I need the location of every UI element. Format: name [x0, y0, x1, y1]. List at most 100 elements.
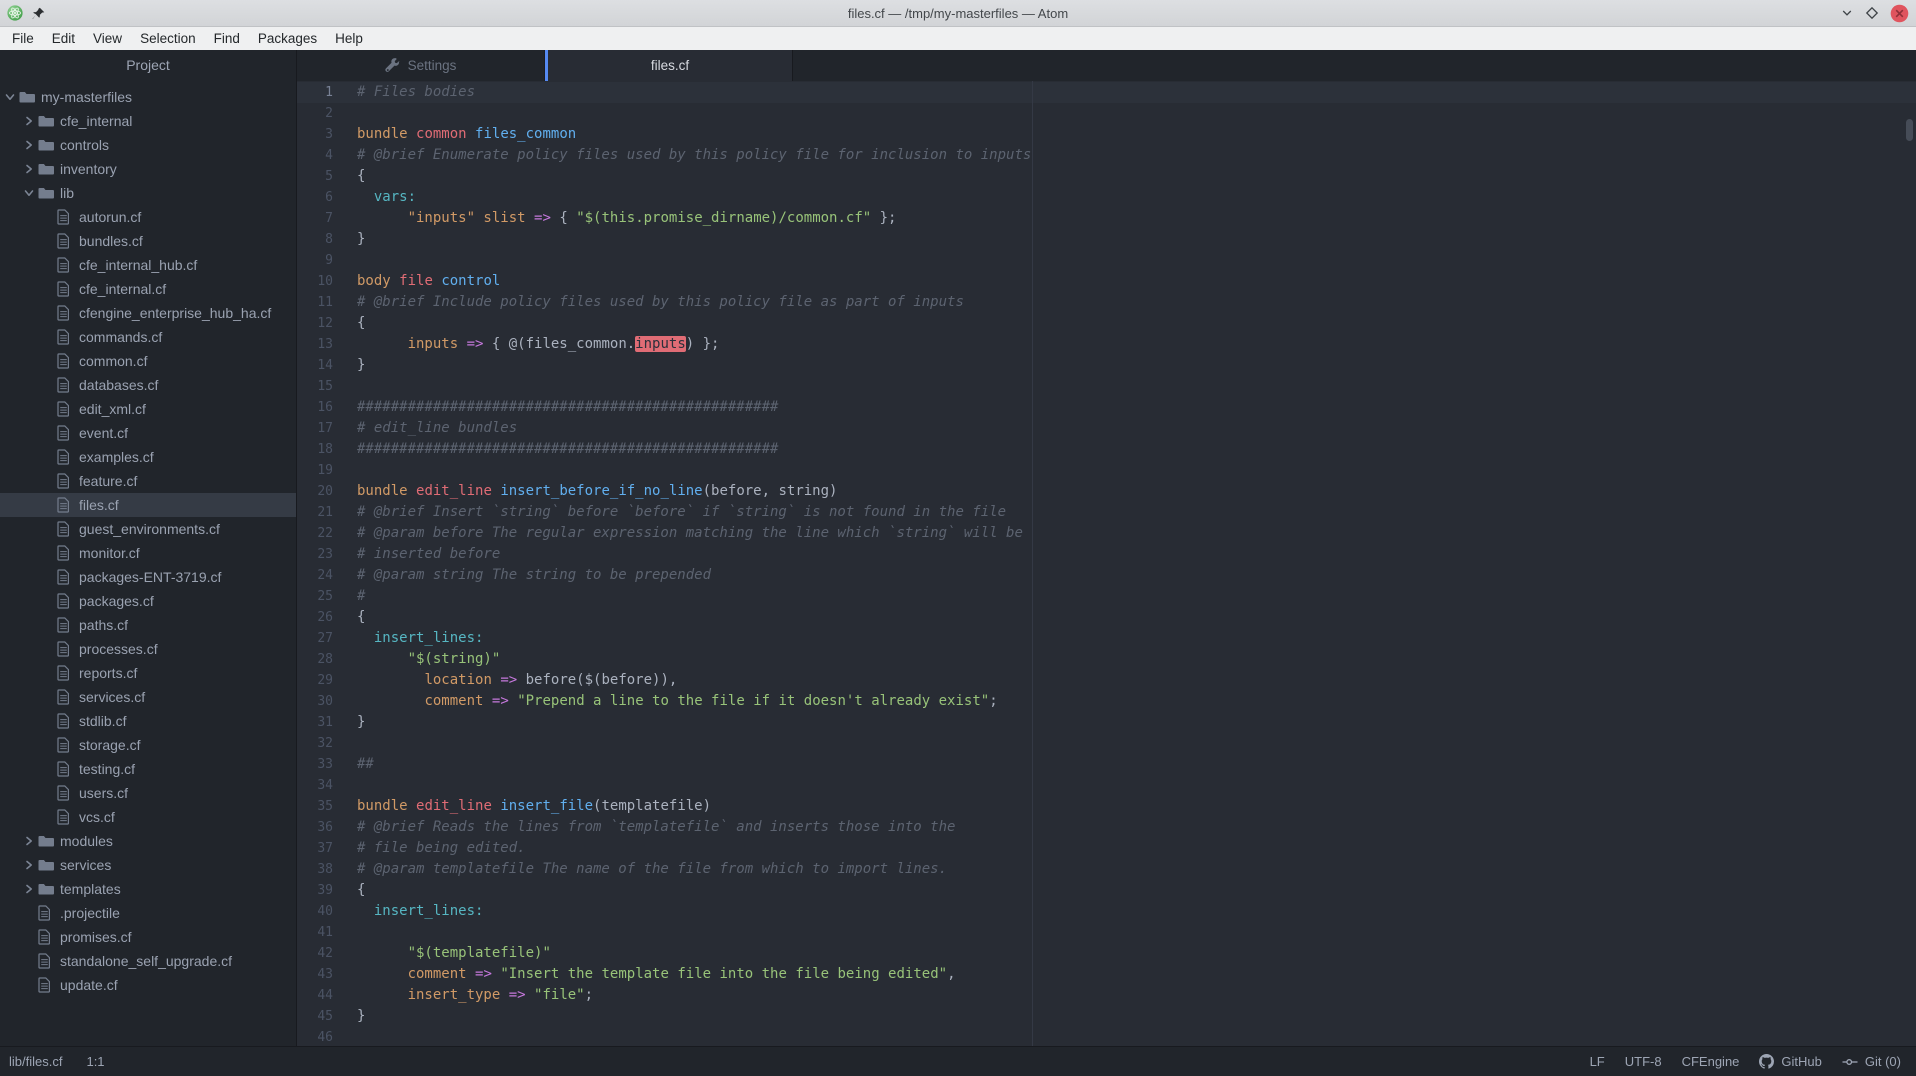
code-line[interactable]: 6 vars: — [297, 187, 1916, 208]
menu-item-find[interactable]: Find — [205, 31, 249, 46]
code-line[interactable]: 8} — [297, 229, 1916, 250]
code-line[interactable]: 31} — [297, 712, 1916, 733]
status-cursor-position[interactable]: 1:1 — [86, 1054, 104, 1069]
menu-item-view[interactable]: View — [84, 31, 131, 46]
tree-item-testing-cf[interactable]: testing.cf — [0, 757, 296, 781]
code-line[interactable]: 26{ — [297, 607, 1916, 628]
tree-item-cfe-internal[interactable]: cfe_internal — [0, 109, 296, 133]
code-line[interactable]: 4# @brief Enumerate policy files used by… — [297, 145, 1916, 166]
tab-settings[interactable]: Settings — [297, 50, 545, 81]
tree-item-reports-cf[interactable]: reports.cf — [0, 661, 296, 685]
tree-item-promises-cf[interactable]: promises.cf — [0, 925, 296, 949]
code-line[interactable]: 28 "$(string)" — [297, 649, 1916, 670]
code-line[interactable]: 32 — [297, 733, 1916, 754]
code-line[interactable]: 3bundle common files_common — [297, 124, 1916, 145]
tree-item-templates[interactable]: templates — [0, 877, 296, 901]
menu-item-packages[interactable]: Packages — [249, 31, 326, 46]
tree-item-edit-xml-cf[interactable]: edit_xml.cf — [0, 397, 296, 421]
tree-item-files-cf[interactable]: files.cf — [0, 493, 296, 517]
code-line[interactable]: 14} — [297, 355, 1916, 376]
maximize-button[interactable] — [1865, 6, 1879, 20]
status-encoding[interactable]: UTF-8 — [1615, 1054, 1672, 1069]
tree-item-cfe-internal-hub-cf[interactable]: cfe_internal_hub.cf — [0, 253, 296, 277]
tree-item-projectile[interactable]: .projectile — [0, 901, 296, 925]
code-line[interactable]: 46 — [297, 1027, 1916, 1046]
tree-item-event-cf[interactable]: event.cf — [0, 421, 296, 445]
menu-item-selection[interactable]: Selection — [131, 31, 205, 46]
tree-item-paths-cf[interactable]: paths.cf — [0, 613, 296, 637]
minimize-button[interactable] — [1840, 6, 1854, 20]
tree-item-standalone-self-upgrade-cf[interactable]: standalone_self_upgrade.cf — [0, 949, 296, 973]
status-git[interactable]: Git (0) — [1832, 1054, 1911, 1069]
code-line[interactable]: 15 — [297, 376, 1916, 397]
code-line[interactable]: 29 location => before($(before)), — [297, 670, 1916, 691]
tree-item-lib[interactable]: lib — [0, 181, 296, 205]
code-line[interactable]: 27 insert_lines: — [297, 628, 1916, 649]
code-line[interactable]: 41 — [297, 922, 1916, 943]
tree-item-bundles-cf[interactable]: bundles.cf — [0, 229, 296, 253]
menu-item-help[interactable]: Help — [326, 31, 372, 46]
tree-item-commands-cf[interactable]: commands.cf — [0, 325, 296, 349]
code-line[interactable]: 5{ — [297, 166, 1916, 187]
tree-item-databases-cf[interactable]: databases.cf — [0, 373, 296, 397]
code-line[interactable]: 20bundle edit_line insert_before_if_no_l… — [297, 481, 1916, 502]
tree-item-common-cf[interactable]: common.cf — [0, 349, 296, 373]
code-line[interactable]: 45} — [297, 1006, 1916, 1027]
code-line[interactable]: 7 "inputs" slist => { "$(this.promise_di… — [297, 208, 1916, 229]
status-grammar[interactable]: CFEngine — [1672, 1054, 1750, 1069]
close-button[interactable] — [1890, 4, 1909, 23]
scrollbar-thumb[interactable] — [1906, 119, 1913, 141]
tree-item-cfe-internal-cf[interactable]: cfe_internal.cf — [0, 277, 296, 301]
tree-item-controls[interactable]: controls — [0, 133, 296, 157]
tree-item-processes-cf[interactable]: processes.cf — [0, 637, 296, 661]
code-line[interactable]: 10body file control — [297, 271, 1916, 292]
code-line[interactable]: 33## — [297, 754, 1916, 775]
text-editor[interactable]: 1# Files bodies23bundle common files_com… — [297, 81, 1916, 1046]
code-line[interactable]: 43 comment => "Insert the template file … — [297, 964, 1916, 985]
code-line[interactable]: 21# @brief Insert `string` before `befor… — [297, 502, 1916, 523]
menu-item-file[interactable]: File — [3, 31, 43, 46]
tree-item-packages-ent-3719-cf[interactable]: packages-ENT-3719.cf — [0, 565, 296, 589]
code-line[interactable]: 25# — [297, 586, 1916, 607]
tab-files-cf[interactable]: files.cf — [545, 50, 793, 81]
tree-item-my-masterfiles[interactable]: my-masterfiles — [0, 85, 296, 109]
tree-item-stdlib-cf[interactable]: stdlib.cf — [0, 709, 296, 733]
code-line[interactable]: 17# edit_line bundles — [297, 418, 1916, 439]
code-line[interactable]: 35bundle edit_line insert_file(templatef… — [297, 796, 1916, 817]
tree-item-services-cf[interactable]: services.cf — [0, 685, 296, 709]
status-line-ending[interactable]: LF — [1580, 1054, 1615, 1069]
code-line[interactable]: 40 insert_lines: — [297, 901, 1916, 922]
tree-item-autorun-cf[interactable]: autorun.cf — [0, 205, 296, 229]
status-github[interactable]: GitHub — [1749, 1054, 1831, 1069]
tree-item-update-cf[interactable]: update.cf — [0, 973, 296, 997]
code-line[interactable]: 30 comment => "Prepend a line to the fil… — [297, 691, 1916, 712]
tree-item-monitor-cf[interactable]: monitor.cf — [0, 541, 296, 565]
code-line[interactable]: 9 — [297, 250, 1916, 271]
tree-item-packages-cf[interactable]: packages.cf — [0, 589, 296, 613]
tree-item-users-cf[interactable]: users.cf — [0, 781, 296, 805]
tree-item-vcs-cf[interactable]: vcs.cf — [0, 805, 296, 829]
code-line[interactable]: 11# @brief Include policy files used by … — [297, 292, 1916, 313]
tree-item-services[interactable]: services — [0, 853, 296, 877]
code-line[interactable]: 13 inputs => { @(files_common.inputs) }; — [297, 334, 1916, 355]
menu-item-edit[interactable]: Edit — [43, 31, 84, 46]
code-line[interactable]: 23# inserted before — [297, 544, 1916, 565]
tree-item-storage-cf[interactable]: storage.cf — [0, 733, 296, 757]
code-line[interactable]: 42 "$(templatefile)" — [297, 943, 1916, 964]
code-line[interactable]: 38# @param templatefile The name of the … — [297, 859, 1916, 880]
tree-item-cfengine-enterprise-hub-ha-cf[interactable]: cfengine_enterprise_hub_ha.cf — [0, 301, 296, 325]
code-line[interactable]: 22# @param before The regular expression… — [297, 523, 1916, 544]
tree-item-inventory[interactable]: inventory — [0, 157, 296, 181]
code-line[interactable]: 34 — [297, 775, 1916, 796]
code-line[interactable]: 39{ — [297, 880, 1916, 901]
code-line[interactable]: 24# @param string The string to be prepe… — [297, 565, 1916, 586]
tree-item-feature-cf[interactable]: feature.cf — [0, 469, 296, 493]
code-line[interactable]: 19 — [297, 460, 1916, 481]
status-file-path[interactable]: lib/files.cf — [9, 1054, 62, 1069]
code-line[interactable]: 1# Files bodies — [297, 82, 1916, 103]
code-line[interactable]: 16######################################… — [297, 397, 1916, 418]
code-line[interactable]: 18######################################… — [297, 439, 1916, 460]
tree-item-guest-environments-cf[interactable]: guest_environments.cf — [0, 517, 296, 541]
pin-icon[interactable] — [32, 7, 45, 20]
code-line[interactable]: 37# file being edited. — [297, 838, 1916, 859]
